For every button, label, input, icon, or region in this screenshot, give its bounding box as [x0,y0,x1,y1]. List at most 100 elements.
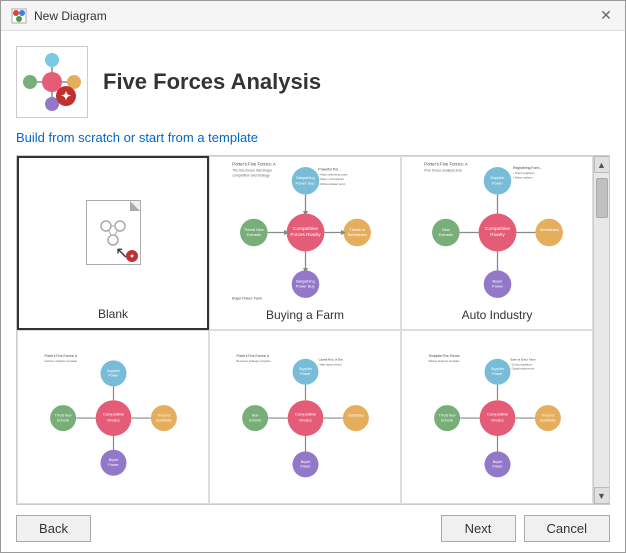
svg-text:Power: Power [300,372,311,376]
svg-text:Substitutes: Substitutes [347,232,366,237]
svg-text:Substitutes: Substitutes [539,227,558,232]
svg-text:New: New [441,227,449,232]
svg-text:Porter's Five Forces: A: Porter's Five Forces: A [232,162,275,166]
svg-text:Porter's Five Forces: A: Porter's Five Forces: A [424,162,467,166]
svg-text:Power: Power [492,180,504,185]
svg-text:Supplier: Supplier [298,367,312,371]
svg-text:Power Sup.: Power Sup. [295,180,315,185]
svg-text:• Many competitors: • Many competitors [318,177,344,181]
svg-text:• Capital requirements: • Capital requirements [510,367,535,370]
svg-text:• Many options: • Many options [513,175,533,179]
svg-text:Competitive: Competitive [102,411,124,416]
svg-text:Rivalry: Rivalry [491,417,504,422]
svg-text:Threat New: Threat New [243,227,263,232]
svg-text:Entrants: Entrants [249,418,261,422]
svg-text:Substitutes: Substitutes [539,418,555,422]
title-bar-left: New Diagram [11,8,107,24]
close-button[interactable]: ✕ [597,7,615,25]
svg-text:Supplier: Supplier [490,175,505,180]
scroll-down-arrow[interactable]: ▼ [594,487,610,504]
svg-text:Template Five Forces: Template Five Forces [428,354,459,358]
diagram-title: Five Forces Analysis [103,69,321,95]
svg-text:✦: ✦ [61,89,71,103]
svg-text:✦: ✦ [129,253,135,261]
new-diagram-dialog: New Diagram ✕ [0,0,626,553]
template4-diagram: Porter's Five Forces: A Industry analysi… [36,349,191,479]
footer: Back Next Cancel [16,505,610,542]
svg-text:Competitive: Competitive [485,226,510,232]
title-bar: New Diagram ✕ [1,1,625,31]
svg-text:Market analysis template: Market analysis template [428,359,460,363]
auto-industry-diagram: Porter's Five Forces: A Five forces anal… [420,162,575,303]
template5-diagram: Porter's Five Forces: A Business strateg… [228,349,383,479]
template-grid-container: ✦ ↖ Blank Porter's Five Forces: A [16,155,610,505]
svg-text:• Differentiated prod.: • Differentiated prod. [318,182,346,186]
five-forces-header-icon: ✦ [22,52,82,112]
svg-text:Competitive: Competitive [293,226,318,232]
svg-text:Powerful Pot...: Powerful Pot... [318,168,340,172]
svg-text:Business strategy template: Business strategy template [236,359,270,363]
template-6-img: Template Five Forces Market analysis tem… [407,336,587,491]
svg-text:Registering Form...: Registering Form... [513,166,542,170]
template-auto-industry[interactable]: Porter's Five Forces: A Five forces anal… [401,156,593,330]
cursor-icon: ↖ [115,243,128,263]
template-6[interactable]: Template Five Forces Market analysis tem… [401,330,593,504]
svg-text:Bargaining: Bargaining [296,278,314,283]
diagram-icon [11,8,27,24]
template-4[interactable]: Porter's Five Forces: A Industry analysi… [17,330,209,504]
svg-text:Threat of: Threat of [541,413,554,417]
auto-industry-label: Auto Industry [462,306,533,324]
svg-text:Power: Power [492,284,504,289]
scroll-track [594,173,609,487]
svg-text:The five forces that shape: The five forces that shape [232,168,272,172]
svg-text:Capital Req. of Bus.: Capital Req. of Bus. [318,357,343,361]
svg-text:Entrants: Entrants [57,418,69,422]
svg-text:Porter's Five Forces: A: Porter's Five Forces: A [44,354,78,358]
svg-text:Supplier: Supplier [490,367,504,371]
svg-text:Power Buy.: Power Buy. [295,284,314,289]
blank-label: Blank [98,305,128,323]
svg-text:Five forces analysis auto: Five forces analysis auto [424,168,462,172]
svg-text:Rivalry: Rivalry [107,417,120,422]
scroll-thumb[interactable] [596,178,608,218]
svg-text:Power: Power [492,464,503,468]
svg-text:Buyer: Buyer [300,459,310,463]
cancel-button[interactable]: Cancel [524,515,610,542]
svg-text:Rivalry: Rivalry [299,417,312,422]
svg-text:Competitive: Competitive [294,411,316,416]
template6-diagram: Template Five Forces Market analysis tem… [420,349,575,479]
svg-text:• High switching costs: • High switching costs [318,173,348,177]
svg-text:Entrants: Entrants [441,418,453,422]
svg-text:Buyer: Buyer [108,458,118,462]
svg-text:Supplier: Supplier [106,368,120,372]
template-grid: ✦ ↖ Blank Porter's Five Forces: A [17,156,593,504]
footer-left: Back [16,515,91,542]
svg-text:Buyer: Buyer [492,459,502,463]
next-button[interactable]: Next [441,515,516,542]
scroll-up-arrow[interactable]: ▲ [594,156,610,173]
title-text: New Diagram [34,9,107,23]
svg-text:Power: Power [108,463,119,467]
svg-text:Industry analysis template: Industry analysis template [44,359,77,363]
svg-text:Rivalry: Rivalry [490,232,505,238]
svg-text:• Steel suppliers: • Steel suppliers [513,171,535,175]
template-5-img: Porter's Five Forces: A Business strateg… [215,336,395,491]
auto-industry-img: Porter's Five Forces: A Five forces anal… [407,162,587,303]
scrollbar: ▲ ▼ [593,156,609,504]
svg-text:Competitive: Competitive [486,411,508,416]
template-buying-farm[interactable]: Porter's Five Forces: A The five forces … [209,156,401,330]
buying-farm-img: Porter's Five Forces: A The five forces … [215,162,395,303]
svg-text:Entrants: Entrants [438,232,452,237]
svg-text:• High capital needed: • High capital needed [318,363,342,366]
svg-text:Bargaining: Bargaining [296,175,314,180]
svg-text:Entrants: Entrants [246,232,260,237]
svg-text:Porter's Five Forces: A: Porter's Five Forces: A [236,354,270,358]
template-blank[interactable]: ✦ ↖ Blank [17,156,209,330]
svg-text:Power: Power [300,464,311,468]
svg-text:Threat of: Threat of [349,227,365,232]
content-area: ✦ Five Forces Analysis Build from scratc… [1,31,625,552]
back-button[interactable]: Back [16,515,91,542]
header-section: ✦ Five Forces Analysis [16,46,610,118]
svg-text:Threat New: Threat New [54,413,71,417]
template-5[interactable]: Porter's Five Forces: A Business strateg… [209,330,401,504]
